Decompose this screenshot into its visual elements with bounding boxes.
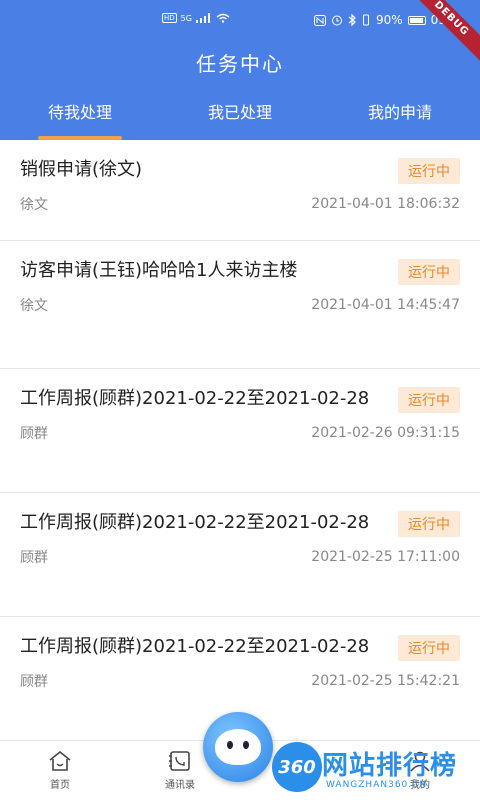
- task-title: 销假申请(徐文): [20, 159, 143, 180]
- nav-contacts-label: 通讯录: [165, 780, 195, 791]
- assistant-mascot-button[interactable]: [203, 712, 273, 782]
- app-header: HD 5G 90% 09 DEBUG 任务中心 待我处理 我已处理 我的申请: [0, 0, 480, 140]
- task-time: 2021-04-01 18:06:32: [311, 196, 460, 212]
- mascot-face-icon: [215, 729, 261, 765]
- nav-home[interactable]: 首页: [0, 741, 120, 800]
- status-badge: 运行中: [398, 259, 460, 285]
- task-list: 销假申请(徐文) 运行中 徐文 2021-04-01 18:06:32 访客申请…: [0, 140, 480, 740]
- task-title: 工作周报(顾群)2021-02-22至2021-02-28: [20, 512, 370, 533]
- task-user: 徐文: [20, 298, 48, 314]
- nfc-icon: [314, 14, 326, 26]
- home-icon: [49, 750, 71, 771]
- battery-percent: 90%: [376, 13, 403, 27]
- contacts-icon: [169, 751, 190, 771]
- task-title: 工作周报(顾群)2021-02-22至2021-02-28: [20, 388, 370, 409]
- watermark-logo: 360: [272, 742, 322, 792]
- alarm-icon: [332, 15, 342, 26]
- hd-icon: HD: [162, 13, 177, 23]
- task-user: 顾群: [20, 426, 48, 442]
- battery-icon: [407, 15, 426, 25]
- task-user: 徐文: [20, 197, 48, 213]
- status-bar: HD 5G 90% 09: [0, 0, 480, 40]
- wifi-icon: [216, 13, 230, 23]
- task-time: 2021-04-01 14:45:47: [311, 297, 460, 313]
- task-user: 顾群: [20, 674, 48, 690]
- task-time: 2021-02-26 09:31:15: [311, 425, 460, 441]
- tab-processed[interactable]: 我已处理: [160, 96, 320, 140]
- tab-my-applications[interactable]: 我的申请: [320, 96, 480, 140]
- watermark-url: WANGZHAN360.CN: [326, 780, 428, 790]
- status-badge: 运行中: [398, 387, 460, 413]
- signal-icon: [195, 13, 210, 23]
- bluetooth-icon: [348, 14, 356, 26]
- watermark: 360 网站排行榜 WANGZHAN360.CN: [272, 742, 477, 798]
- task-time: 2021-02-25 15:42:21: [311, 673, 460, 689]
- page-title: 任务中心: [196, 52, 284, 76]
- task-title: 工作周报(顾群)2021-02-22至2021-02-28: [20, 636, 370, 657]
- task-card[interactable]: 工作周报(顾群)2021-02-22至2021-02-28 运行中 顾群 202…: [0, 369, 480, 493]
- task-card[interactable]: 访客申请(王钰)哈哈哈1人来访主楼 运行中 徐文 2021-04-01 14:4…: [0, 241, 480, 369]
- network-label: 5G: [180, 13, 192, 23]
- task-title: 访客申请(王钰)哈哈哈1人来访主楼: [20, 260, 298, 281]
- task-time: 2021-02-25 17:11:00: [311, 549, 460, 565]
- vibrate-icon: [363, 14, 369, 26]
- task-card[interactable]: 工作周报(顾群)2021-02-22至2021-02-28 运行中 顾群 202…: [0, 493, 480, 617]
- tab-bar: 待我处理 我已处理 我的申请: [0, 96, 480, 140]
- task-card[interactable]: 销假申请(徐文) 运行中 徐文 2021-04-01 18:06:32: [0, 140, 480, 241]
- nav-home-label: 首页: [50, 780, 70, 791]
- watermark-text: 网站排行榜: [322, 751, 458, 781]
- tab-pending[interactable]: 待我处理: [0, 96, 160, 140]
- status-badge: 运行中: [398, 158, 460, 184]
- task-user: 顾群: [20, 550, 48, 566]
- status-badge: 运行中: [398, 511, 460, 537]
- status-badge: 运行中: [398, 635, 460, 661]
